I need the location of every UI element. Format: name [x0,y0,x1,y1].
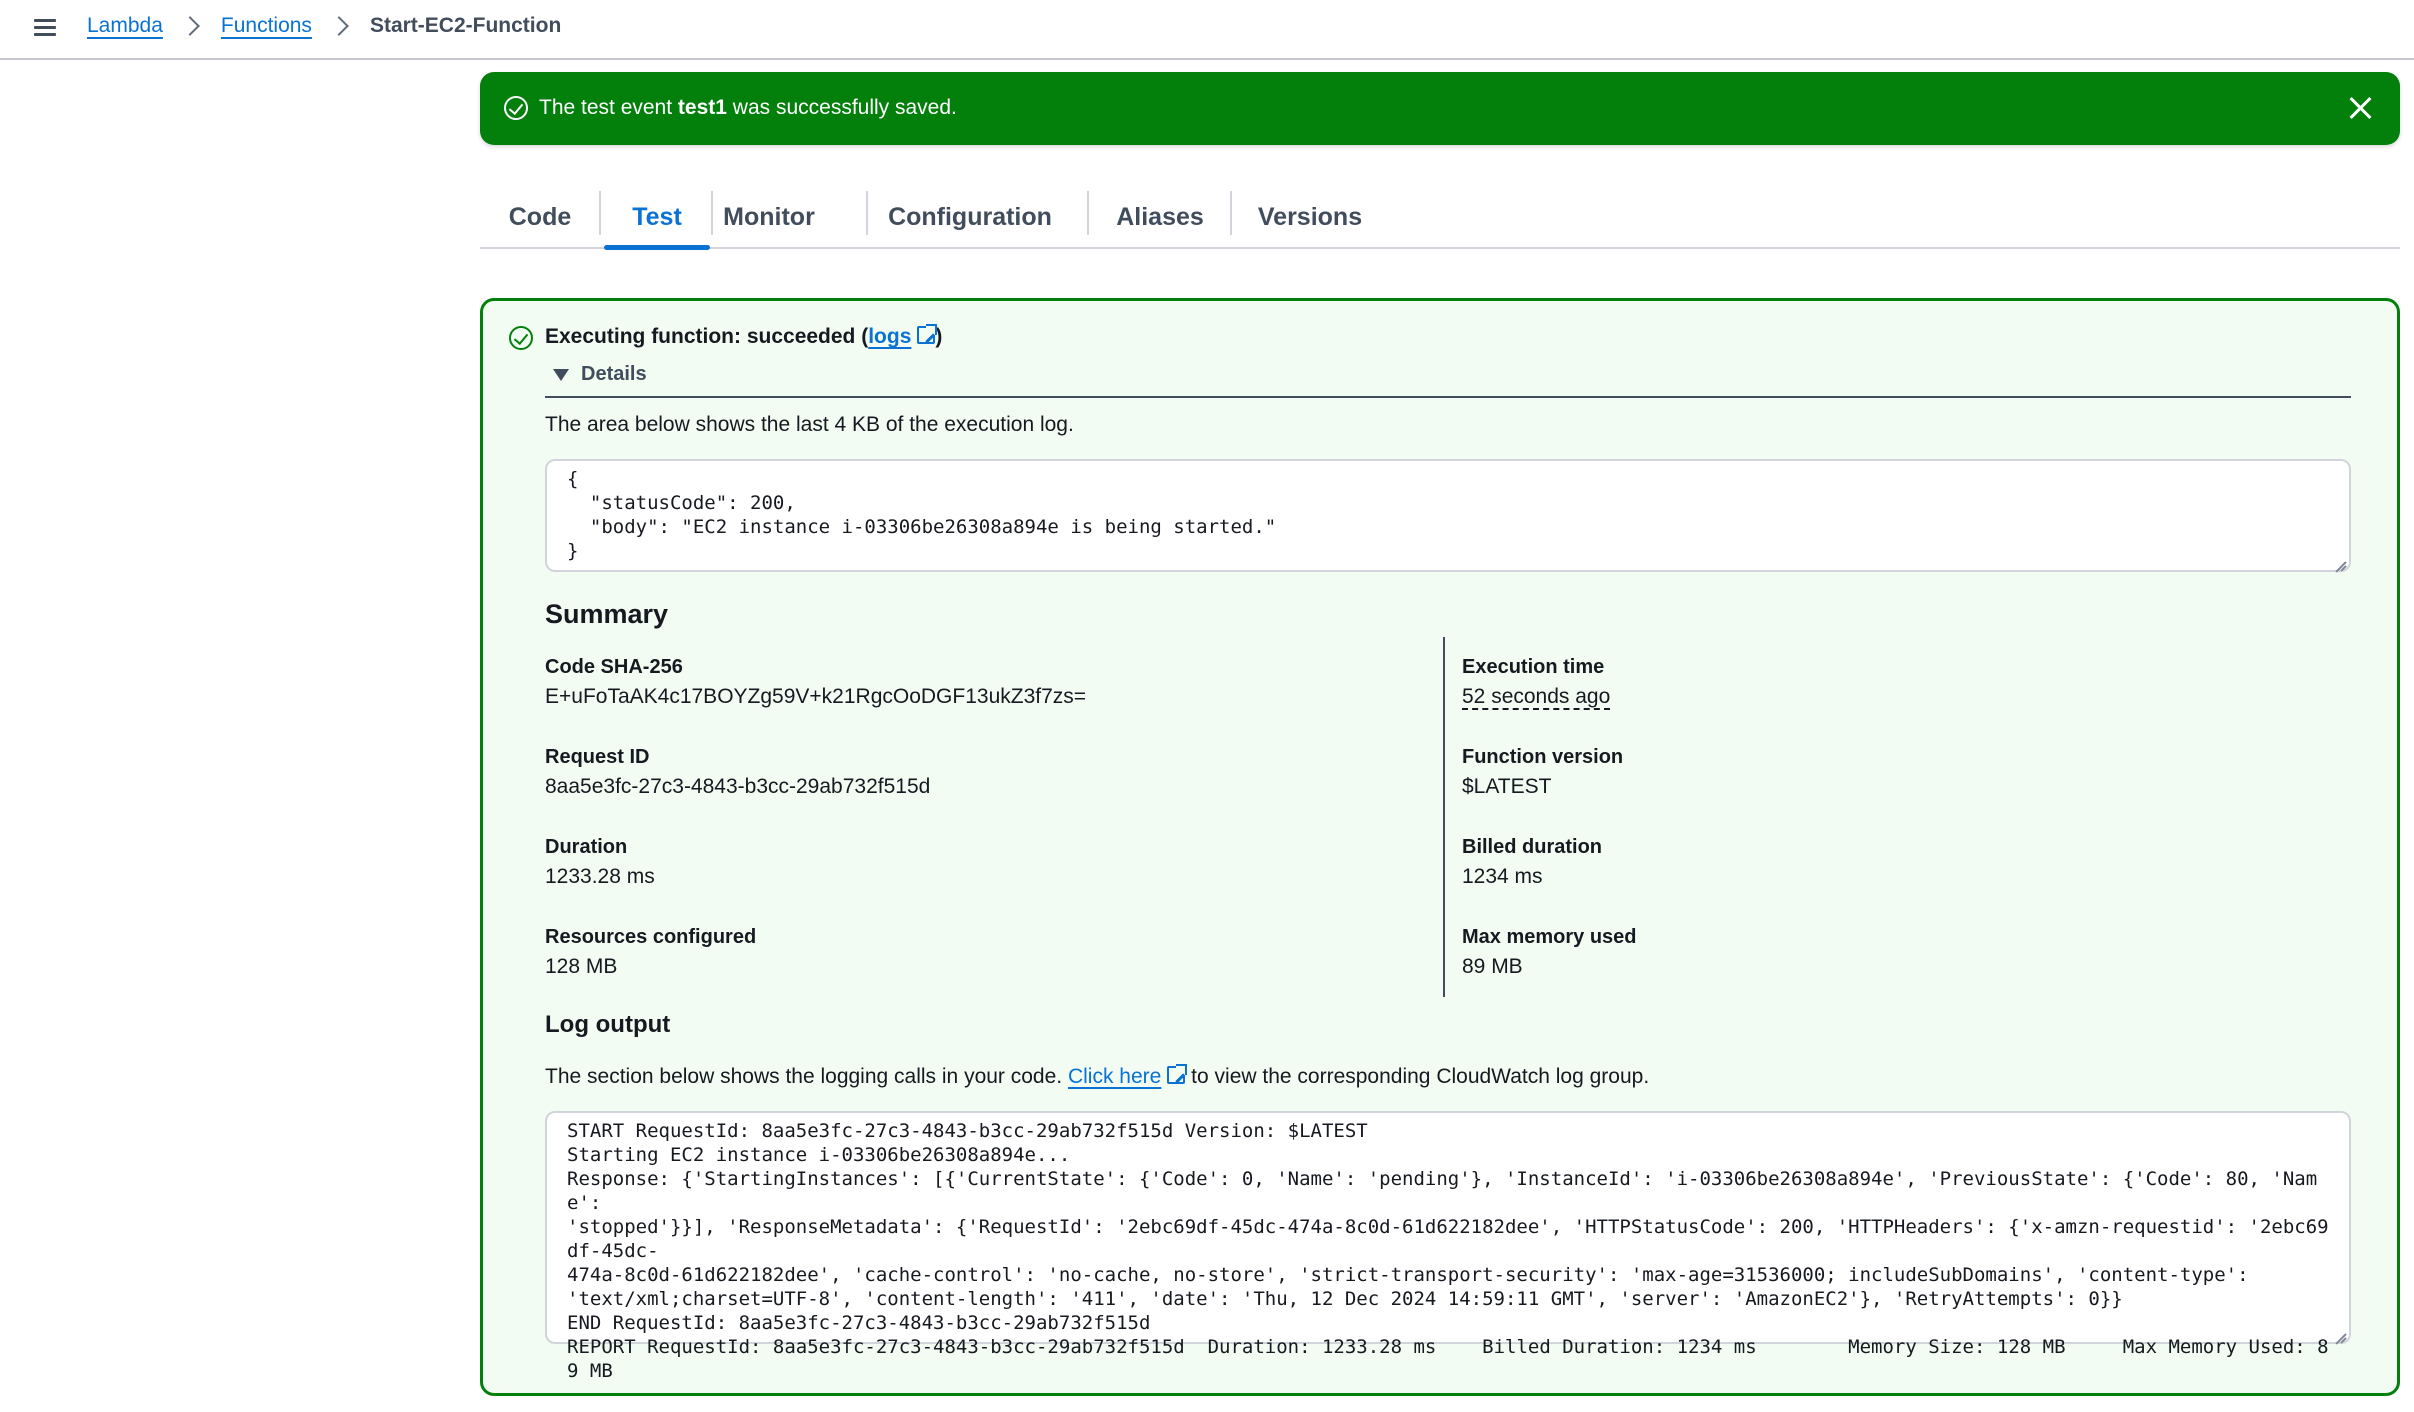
external-link-icon[interactable] [917,324,938,344]
tab-divider [711,191,713,235]
log-output-desc-suffix: to view the corresponding CloudWatch log… [1185,1065,1650,1088]
log-line: 'text/xml;charset=UTF-8', 'content-lengt… [567,1288,2123,1310]
execution-status-text: Executing function: succeeded ( [545,325,869,348]
log-output-box[interactable]: START RequestId: 8aa5e3fc-27c3-4843-b3cc… [545,1111,2351,1382]
tab-monitor[interactable]: Monitor [717,188,821,247]
log-output-desc-prefix: The section below shows the logging call… [545,1065,1068,1088]
breadcrumb-current: Start-EC2-Function [369,14,562,37]
log-output-description: The section below shows the logging call… [545,1064,1650,1089]
summary-heading: Summary [545,599,669,629]
max-memory-used-value: 89 MB [1462,955,1523,978]
duration-label: Duration [545,836,628,858]
log-line: 474a-8c0d-61d622182dee', 'cache-control'… [567,1264,2249,1286]
billed-duration-label: Billed duration [1462,836,1602,858]
breadcrumb-functions[interactable]: Functions [221,14,312,38]
billed-duration-value: 1234 ms [1462,865,1543,888]
success-check-icon [509,326,533,350]
log-line: START RequestId: 8aa5e3fc-27c3-4843-b3cc… [567,1120,1368,1142]
execution-result-panel: Executing function: succeeded (logs) Det… [480,298,2400,1396]
log-line: 'stopped'}}], 'ResponseMetadata': {'Requ… [567,1216,2329,1262]
request-id-label: Request ID [545,746,650,768]
tab-code[interactable]: Code [490,188,590,247]
output-line: "body": "EC2 instance i-03306be26308a894… [567,516,1277,538]
resize-handle-icon[interactable] [2333,1326,2347,1340]
cloudwatch-log-link[interactable]: Click here [1068,1065,1161,1088]
code-sha256-label: Code SHA-256 [545,656,683,678]
output-line: } [567,540,579,562]
tab-divider [866,191,868,235]
caret-down-icon [553,368,569,381]
chevron-right-icon [329,16,349,36]
resources-configured-value: 128 MB [545,955,618,978]
tab-divider [599,191,601,235]
tab-versions[interactable]: Versions [1235,188,1385,247]
breadcrumb: Lambda Functions Start-EC2-Function [87,14,561,38]
request-id-value: 8aa5e3fc-27c3-4843-b3cc-29ab732f515d [545,775,931,798]
code-sha256-value: E+uFoTaAK4c17BOYZg59V+k21RgcOoDGF13ukZ3f… [545,685,1087,708]
function-tabs: Code Test Monitor Configuration Aliases … [480,188,2400,250]
tab-divider [1230,191,1232,235]
top-navigation-bar: Lambda Functions Start-EC2-Function [0,0,2414,60]
output-line: "statusCode": 200, [567,492,796,514]
resources-configured-label: Resources configured [545,926,757,948]
log-line: Response: {'StartingInstances': [{'Curre… [567,1168,2318,1214]
output-line: { [567,468,579,490]
flash-text: The test event test1 was successfully sa… [539,96,957,120]
function-version-label: Function version [1462,746,1624,768]
success-flash-message: The test event test1 was successfully sa… [480,72,2400,145]
duration-value: 1233.28 ms [545,865,655,888]
execution-status-title: Executing function: succeeded (logs) [545,324,942,349]
logs-link[interactable]: logs [868,325,911,348]
tab-test[interactable]: Test [604,188,710,250]
details-divider [545,396,2351,398]
resize-handle-icon[interactable] [2333,554,2347,568]
execution-log-description: The area below shows the last 4 KB of th… [545,413,1074,436]
max-memory-used-label: Max memory used [1462,926,1637,948]
column-divider [1443,637,1445,997]
execution-time-value[interactable]: 52 seconds ago [1462,685,1610,709]
external-link-icon[interactable] [1167,1064,1188,1084]
execution-result-output[interactable]: { "statusCode": 200, "body": "EC2 instan… [545,459,2351,572]
execution-time-label: Execution time [1462,656,1605,678]
check-circle-icon [504,96,528,120]
flash-prefix: The test event [539,96,678,119]
log-line: Starting EC2 instance i-03306be26308a894… [567,1144,1071,1166]
tab-aliases[interactable]: Aliases [1092,188,1228,247]
log-line: END RequestId: 8aa5e3fc-27c3-4843-b3cc-2… [567,1312,1151,1334]
flash-event-name: test1 [677,96,727,119]
details-label: Details [581,363,647,385]
details-expander[interactable]: Details [553,363,647,386]
close-icon[interactable] [2348,96,2372,120]
flash-suffix: was successfully saved. [726,96,957,119]
log-line: REPORT RequestId: 8aa5e3fc-27c3-4843-b3c… [567,1336,2329,1382]
breadcrumb-lambda[interactable]: Lambda [87,14,163,38]
log-output-heading: Log output [545,1011,671,1038]
menu-icon[interactable] [32,16,60,40]
function-version-value: $LATEST [1462,775,1552,798]
chevron-right-icon [179,16,200,36]
tab-configuration[interactable]: Configuration [870,188,1070,247]
tab-divider [1087,191,1089,235]
